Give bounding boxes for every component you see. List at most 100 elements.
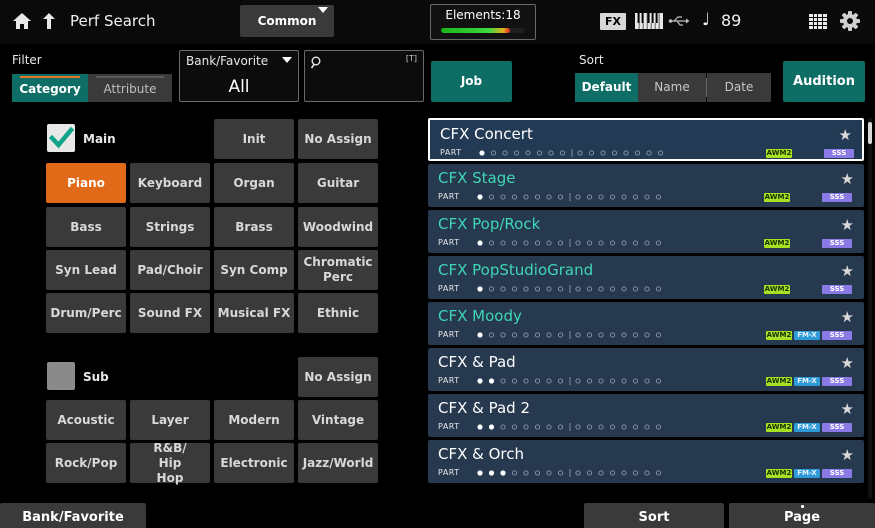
part-dot-empty <box>546 424 552 430</box>
sort-name-button[interactable]: Name <box>638 73 706 102</box>
category-syn-lead[interactable]: Syn Lead <box>46 250 126 290</box>
part-dot-empty <box>609 286 615 292</box>
sss-badge: SSS <box>824 149 854 158</box>
part-dot-empty <box>512 332 518 338</box>
category-brass[interactable]: Brass <box>214 207 294 247</box>
performance-name: CFX Moody <box>438 307 522 325</box>
common-tab[interactable]: Common <box>240 5 334 37</box>
part-dot-active <box>477 378 483 384</box>
sort-default-button[interactable]: Default <box>575 73 638 102</box>
performance-row[interactable]: CFX Stage ★ PART SSS AWM2 <box>428 164 864 207</box>
category-woodwind[interactable]: Woodwind <box>298 207 378 247</box>
category-sound-fx[interactable]: Sound FX <box>130 293 210 333</box>
sub-no-assign-button[interactable]: No Assign <box>298 357 378 397</box>
main-no-assign-button[interactable]: No Assign <box>298 119 378 159</box>
init-button[interactable]: Init <box>214 119 294 159</box>
sub-category-acoustic[interactable]: Acoustic <box>46 400 126 440</box>
list-scrollbar[interactable] <box>868 118 872 498</box>
audition-button[interactable]: Audition <box>783 61 865 102</box>
category-organ[interactable]: Organ <box>214 163 294 203</box>
sss-badge: SSS <box>822 239 852 248</box>
performance-name: CFX Concert <box>440 125 533 143</box>
fx-badge[interactable]: FX <box>600 13 626 30</box>
part-dot-empty <box>575 470 581 476</box>
part-dot-empty <box>655 470 661 476</box>
tab-category[interactable]: Category <box>12 74 88 102</box>
sub-category-layer[interactable]: Layer <box>130 400 210 440</box>
search-input[interactable]: [T] <box>304 50 424 102</box>
part-dot-active <box>488 378 495 384</box>
part-dot-empty <box>644 378 650 384</box>
category-keyboard[interactable]: Keyboard <box>130 163 210 203</box>
sub-checkbox[interactable] <box>47 362 75 390</box>
performance-row[interactable]: CFX PopStudioGrand ★ PART SSS AWM2 <box>428 256 864 299</box>
part-dot-empty <box>632 378 638 384</box>
category-strings[interactable]: Strings <box>130 207 210 247</box>
category-syn-comp[interactable]: Syn Comp <box>214 250 294 290</box>
sub-category-rnb-hiphop[interactable]: R&B/ Hip Hop <box>130 441 210 485</box>
part-dot-empty <box>523 240 529 246</box>
main-checkbox[interactable] <box>47 124 75 152</box>
favorite-star-icon[interactable]: ★ <box>841 170 854 188</box>
favorite-star-icon[interactable]: ★ <box>841 262 854 280</box>
back-arrow-icon[interactable] <box>40 11 58 31</box>
favorite-star-icon[interactable]: ★ <box>841 400 854 418</box>
bank-favorite-button[interactable]: Bank/Favorite <box>0 503 146 528</box>
sub-category-jazz-world[interactable]: Jazz/World <box>298 443 378 483</box>
home-icon[interactable] <box>12 12 32 30</box>
part-dot-empty <box>609 240 615 246</box>
performance-row[interactable]: CFX & Pad 2 ★ PART SSS FM-X AWM2 <box>428 394 864 437</box>
favorite-star-icon[interactable]: ★ <box>841 308 854 326</box>
job-button[interactable]: Job <box>431 61 512 102</box>
favorite-star-icon[interactable]: ★ <box>839 126 852 144</box>
sub-category-electronic[interactable]: Electronic <box>214 443 294 483</box>
part-dot-empty <box>500 424 506 430</box>
part-dot-empty <box>587 286 593 292</box>
sub-category-rock-pop[interactable]: Rock/Pop <box>46 443 126 483</box>
category-guitar[interactable]: Guitar <box>298 163 378 203</box>
category-pad-choir[interactable]: Pad/Choir <box>130 250 210 290</box>
category-drum-perc[interactable]: Drum/Perc <box>46 293 126 333</box>
grid-icon[interactable] <box>809 14 827 29</box>
part-dot-empty <box>500 378 506 384</box>
category-ethnic[interactable]: Ethnic <box>298 293 378 333</box>
favorite-star-icon[interactable]: ★ <box>841 446 854 464</box>
category-musical-fx[interactable]: Musical FX <box>214 293 294 333</box>
scrollbar-thumb[interactable] <box>868 122 872 144</box>
page-button[interactable]: Page <box>729 503 875 528</box>
part-dot-empty <box>621 194 627 200</box>
part-indicator <box>479 149 663 157</box>
category-bass[interactable]: Bass <box>46 207 126 247</box>
part-dot-empty <box>646 150 652 156</box>
performance-name: CFX PopStudioGrand <box>438 261 594 279</box>
sub-category-vintage[interactable]: Vintage <box>298 400 378 440</box>
performance-row[interactable]: CFX Pop/Rock ★ PART SSS AWM2 <box>428 210 864 253</box>
tempo-value[interactable]: 89 <box>721 11 741 30</box>
performance-row[interactable]: CFX Moody ★ PART SSS FM-X AWM2 <box>428 302 864 345</box>
sort-date-button[interactable]: Date <box>707 73 771 102</box>
favorite-star-icon[interactable]: ★ <box>841 354 854 372</box>
common-tab-label: Common <box>257 14 317 28</box>
part-dot-empty <box>598 240 604 246</box>
tab-attribute[interactable]: Attribute <box>88 74 172 102</box>
performance-row[interactable]: CFX & Orch ★ PART SSS FM-X AWM2 <box>428 440 864 483</box>
sort-bottom-button[interactable]: Sort <box>584 503 724 528</box>
performance-row[interactable]: CFX & Pad ★ PART SSS FM-X AWM2 <box>428 348 864 391</box>
part-dot-empty <box>558 194 564 200</box>
part-dot-empty <box>488 332 494 338</box>
part-dot-active <box>477 332 483 338</box>
part-dot-empty <box>523 286 529 292</box>
part-dot-empty <box>575 424 581 430</box>
part-dot-empty <box>535 470 541 476</box>
performance-row[interactable]: CFX Concert ★ PART SSS AWM2 <box>428 118 864 161</box>
part-dot-empty <box>634 150 640 156</box>
sub-category-modern[interactable]: Modern <box>214 400 294 440</box>
bank-favorite-select[interactable]: Bank/Favorite All <box>179 50 299 102</box>
category-chromatic-perc[interactable]: Chromatic Perc <box>298 250 378 290</box>
category-piano[interactable]: Piano <box>46 163 126 203</box>
favorite-star-icon[interactable]: ★ <box>841 216 854 234</box>
part-dot-empty <box>558 470 564 476</box>
usb-icon <box>668 16 690 26</box>
gear-icon[interactable] <box>840 11 860 31</box>
part-dot-empty <box>500 332 506 338</box>
